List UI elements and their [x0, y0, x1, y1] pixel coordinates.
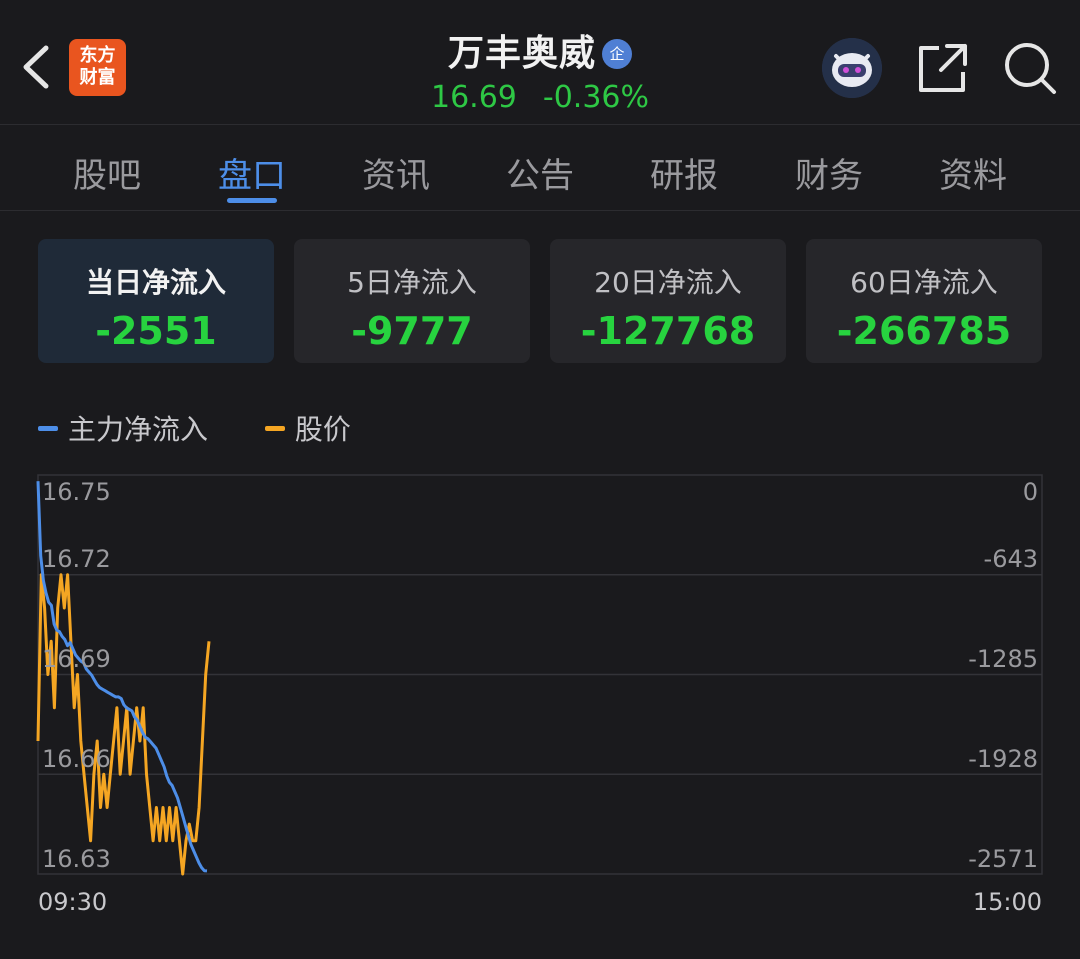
tab-guba[interactable]: 股吧 — [37, 148, 177, 197]
chart-legend: 主力净流入 股价 — [38, 408, 399, 448]
tab-research[interactable]: 研报 — [614, 148, 754, 197]
legend-swatch — [38, 426, 58, 431]
legend-label: 主力净流入 — [68, 413, 209, 446]
top-bar: 东方 财富 万丰奥威企 16.69 -0.36% — [0, 0, 1080, 125]
x-tick-end: 15:00 — [972, 888, 1042, 916]
y-left-tick: 16.72 — [42, 545, 111, 573]
stock-change-pct: -0.36% — [542, 80, 650, 115]
legend-item-price: 股价 — [264, 408, 351, 448]
legend-swatch — [264, 426, 285, 431]
card-20day-net-inflow[interactable]: 20日净流入 -127768 — [550, 239, 786, 363]
card-5day-net-inflow[interactable]: 5日净流入 -9777 — [294, 239, 530, 363]
price-series-line — [36, 573, 211, 876]
tab-profile[interactable]: 资料 — [903, 148, 1043, 197]
legend-label: 股价 — [294, 413, 351, 446]
x-tick-start: 09:30 — [38, 888, 108, 916]
search-icon[interactable] — [1002, 40, 1058, 96]
y-right-tick: -2571 — [968, 845, 1038, 873]
y-left-tick: 16.69 — [42, 645, 111, 673]
y-left-tick: 16.63 — [42, 845, 111, 873]
card-value: -9777 — [351, 309, 473, 353]
y-right-tick: -1928 — [968, 745, 1038, 773]
y-left-tick: 16.66 — [42, 745, 111, 773]
card-value: -127768 — [580, 309, 756, 353]
stock-price: 16.69 — [430, 80, 517, 115]
card-label: 5日净流入 — [347, 266, 477, 299]
tab-finance[interactable]: 财务 — [759, 148, 899, 197]
legend-item-net-inflow: 主力净流入 — [38, 408, 208, 448]
card-label: 20日净流入 — [594, 266, 742, 299]
tab-bar: 股吧 盘口 资讯 公告 研报 财务 资料 — [0, 124, 1080, 211]
y-right-tick: 0 — [1022, 478, 1038, 506]
robot-avatar-icon[interactable] — [822, 38, 882, 98]
stock-name: 万丰奥威 — [447, 33, 596, 74]
tab-news[interactable]: 资讯 — [326, 148, 466, 197]
tab-pankou[interactable]: 盘口 — [182, 148, 322, 197]
enterprise-badge-icon: 企 — [602, 39, 632, 69]
tab-announcements[interactable]: 公告 — [470, 148, 610, 197]
active-tab-indicator — [227, 198, 277, 203]
card-60day-net-inflow[interactable]: 60日净流入 -266785 — [806, 239, 1042, 363]
y-left-tick: 16.75 — [42, 478, 111, 506]
y-right-tick: -1285 — [968, 645, 1038, 673]
card-value: -266785 — [836, 309, 1012, 353]
card-value: -2551 — [95, 309, 217, 353]
share-icon[interactable] — [915, 40, 971, 96]
card-label: 60日净流入 — [850, 266, 998, 299]
net-inflow-series-line — [36, 481, 208, 873]
card-label: 当日净流入 — [85, 266, 226, 299]
card-today-net-inflow[interactable]: 当日净流入 -2551 — [38, 239, 274, 363]
intraday-flow-chart[interactable] — [0, 460, 1080, 890]
y-right-tick: -643 — [983, 545, 1038, 573]
